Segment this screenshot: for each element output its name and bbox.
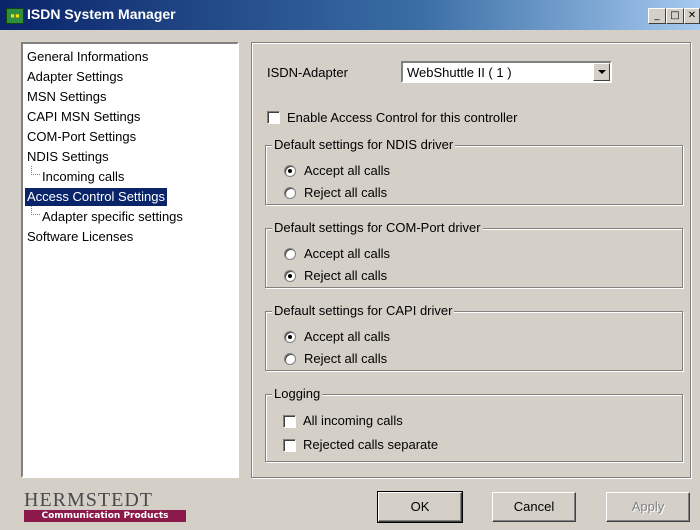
close-icon[interactable]: ✕: [684, 8, 700, 24]
ndis-accept-radio[interactable]: [284, 165, 296, 177]
adapter-select-value: WebShuttle II ( 1 ): [407, 65, 512, 80]
tree-item-ndis-settings[interactable]: NDIS Settings: [25, 148, 111, 166]
com-port-accept-radio[interactable]: [284, 248, 296, 260]
capi-reject-label[interactable]: Reject all calls: [304, 351, 387, 366]
tree-item-general-informations[interactable]: General Informations: [25, 48, 150, 66]
rejected-calls-separate-checkbox[interactable]: [283, 439, 296, 452]
com-port-reject-label[interactable]: Reject all calls: [304, 268, 387, 283]
hermstedt-logo: HERMSTEDT Communication Products: [24, 489, 186, 523]
maximize-icon[interactable]: □: [666, 8, 684, 24]
capi-accept-label[interactable]: Accept all calls: [304, 329, 390, 344]
com-port-defaults-group: Default settings for COM-Port driver Acc…: [265, 220, 683, 288]
tree-item-msn-settings[interactable]: MSN Settings: [25, 88, 108, 106]
tree-item-access-control-settings[interactable]: Access Control Settings: [25, 188, 168, 206]
ndis-reject-label[interactable]: Reject all calls: [304, 185, 387, 200]
tree-connector-line: [31, 206, 40, 215]
dialog-window: ▪▪ ISDN System Manager _ □ ✕ General Inf…: [0, 0, 700, 530]
logging-group: Logging All incoming calls Rejected call…: [265, 386, 683, 462]
ndis-defaults-group: Default settings for NDIS driver Accept …: [265, 137, 683, 205]
tree-item-software-licenses[interactable]: Software Licenses: [25, 228, 135, 246]
settings-tree[interactable]: General Informations Adapter Settings MS…: [21, 42, 239, 478]
adapter-dropdown-button[interactable]: [593, 63, 610, 81]
com-port-reject-radio[interactable]: [284, 270, 296, 282]
minimize-icon[interactable]: _: [648, 8, 666, 24]
adapter-label: ISDN-Adapter: [267, 65, 348, 80]
com-port-group-title: Default settings for COM-Port driver: [272, 220, 483, 235]
ndis-accept-label[interactable]: Accept all calls: [304, 163, 390, 178]
logging-group-title: Logging: [272, 386, 323, 401]
tree-connector-line: [31, 166, 40, 175]
window-title: ISDN System Manager: [27, 6, 176, 22]
enable-access-control-checkbox[interactable]: [267, 111, 280, 124]
title-bar[interactable]: ▪▪ ISDN System Manager _ □ ✕: [0, 0, 700, 30]
chevron-down-icon: [598, 70, 606, 74]
ndis-group-title: Default settings for NDIS driver: [272, 137, 456, 152]
radio-selected-dot: [288, 335, 292, 339]
logo-name: HERMSTEDT: [24, 489, 153, 511]
enable-access-control-label[interactable]: Enable Access Control for this controlle…: [287, 110, 518, 125]
logo-tagline: Communication Products: [24, 510, 186, 522]
capi-reject-radio[interactable]: [284, 353, 296, 365]
capi-defaults-group: Default settings for CAPI driver Accept …: [265, 303, 683, 371]
tree-item-capi-msn-settings[interactable]: CAPI MSN Settings: [25, 108, 142, 126]
radio-selected-dot: [288, 169, 292, 173]
adapter-select[interactable]: WebShuttle II ( 1 ): [401, 61, 612, 83]
tree-item-incoming-calls[interactable]: Incoming calls: [40, 168, 126, 186]
ndis-reject-radio[interactable]: [284, 187, 296, 199]
all-incoming-calls-label[interactable]: All incoming calls: [303, 413, 403, 428]
capi-accept-radio[interactable]: [284, 331, 296, 343]
apply-button[interactable]: Apply: [606, 492, 690, 522]
ok-button[interactable]: OK: [377, 491, 463, 523]
com-port-accept-label[interactable]: Accept all calls: [304, 246, 390, 261]
access-control-panel: ISDN-Adapter WebShuttle II ( 1 ) Enable …: [251, 42, 691, 478]
cancel-button[interactable]: Cancel: [492, 492, 576, 522]
rejected-calls-separate-label[interactable]: Rejected calls separate: [303, 437, 438, 452]
capi-group-title: Default settings for CAPI driver: [272, 303, 455, 318]
radio-selected-dot: [288, 274, 292, 278]
app-icon: ▪▪: [6, 8, 24, 24]
tree-item-com-port-settings[interactable]: COM-Port Settings: [25, 128, 138, 146]
all-incoming-calls-checkbox[interactable]: [283, 415, 296, 428]
tree-item-adapter-specific-settings[interactable]: Adapter specific settings: [40, 208, 185, 226]
tree-item-adapter-settings[interactable]: Adapter Settings: [25, 68, 125, 86]
